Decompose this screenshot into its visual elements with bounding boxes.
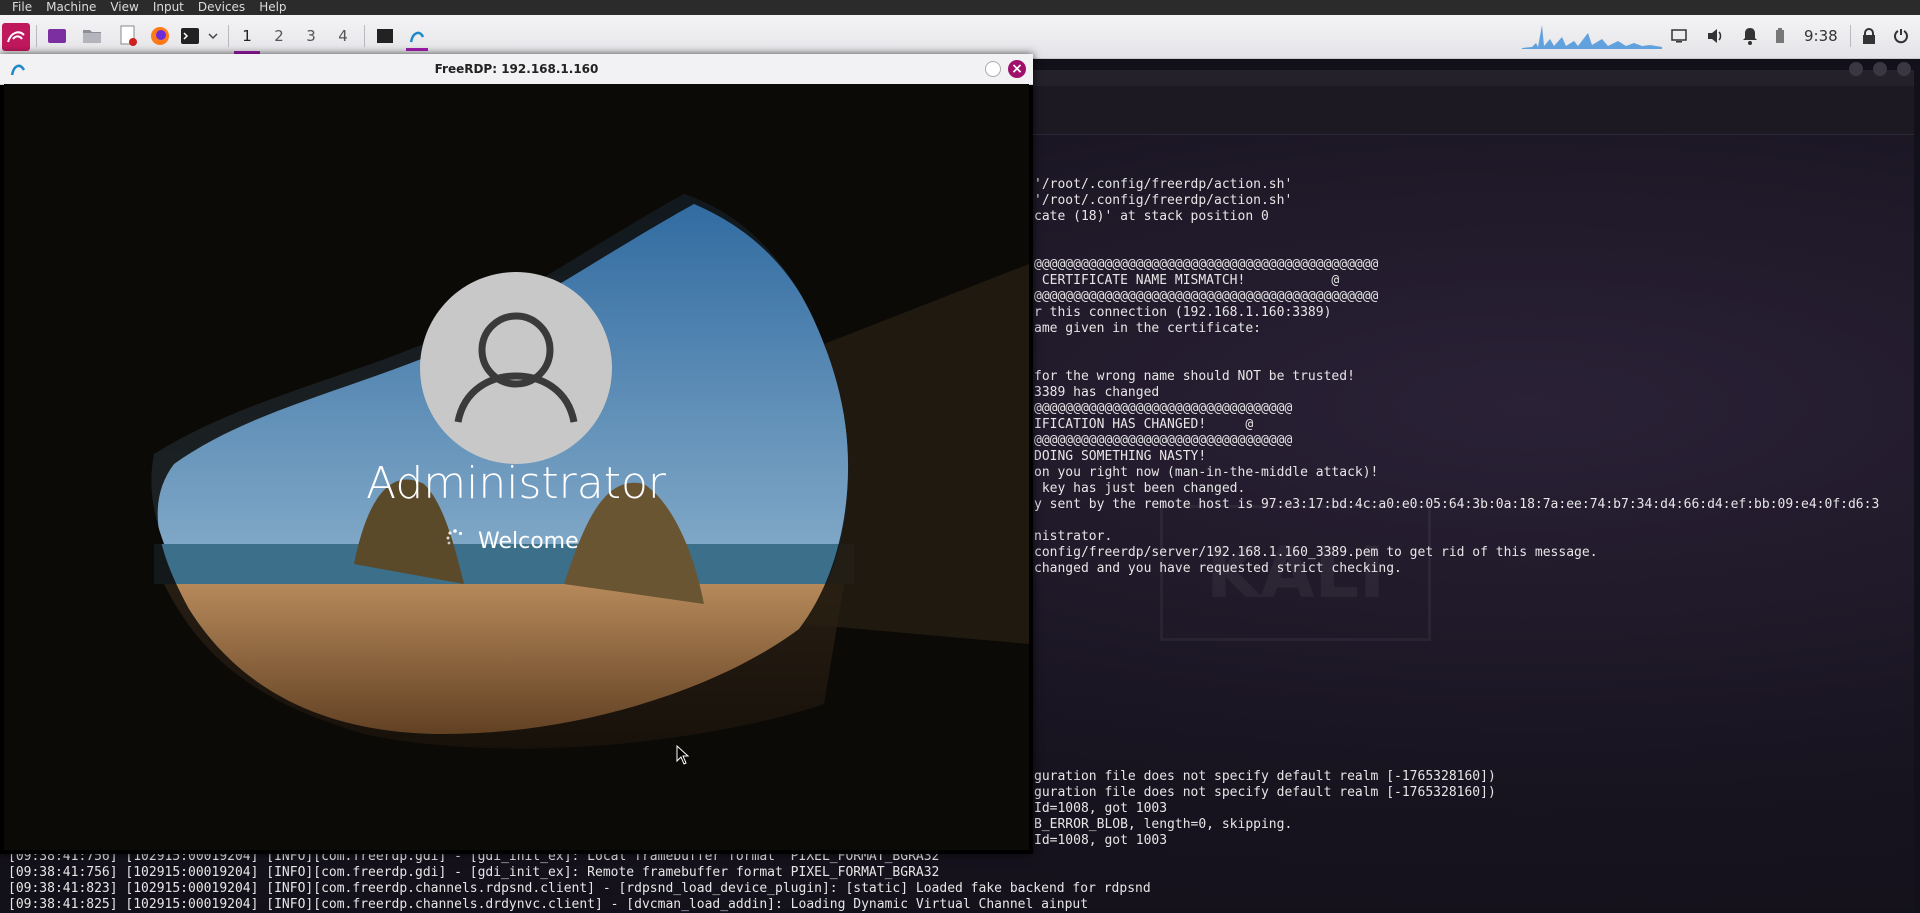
- terminal-line: guration file does not specify default r…: [1034, 769, 1496, 784]
- terminal-line: @@@@@@@@@@@@@@@@@@@@@@@@@@@@@@@@@@@@@@@@…: [1034, 257, 1379, 272]
- terminal-minimize-button[interactable]: [1849, 62, 1863, 76]
- freerdp-window-title: FreeRDP: 192.168.1.160: [434, 62, 599, 76]
- terminal-dropdown-icon[interactable]: [206, 24, 220, 48]
- top-panel: 1 2 3 4 9:38: [0, 15, 1920, 59]
- workspace-1[interactable]: 1: [232, 24, 262, 54]
- terminal-line: @@@@@@@@@@@@@@@@@@@@@@@@@@@@@@@@@@@@@@@@…: [1034, 289, 1379, 304]
- file-manager-icon[interactable]: [81, 24, 103, 48]
- freerdp-titlebar[interactable]: FreeRDP: 192.168.1.160 ×: [0, 54, 1033, 85]
- user-avatar: [420, 272, 612, 464]
- welcome-text: Welcome: [478, 528, 579, 554]
- terminal-line: on you right now (man-in-the-middle atta…: [1034, 465, 1379, 480]
- vm-menubar: File Machine View Input Devices Help: [0, 0, 1920, 15]
- terminal-line: @@@@@@@@@@@@@@@@@@@@@@@@@@@@@@@@@: [1034, 401, 1293, 416]
- mouse-cursor-icon: [676, 744, 690, 769]
- terminal-log-line: [09:38:41:756] [102915:00019204] [INFO][…: [8, 865, 940, 880]
- terminal-line: @@@@@@@@@@@@@@@@@@@@@@@@@@@@@@@@@: [1034, 433, 1293, 448]
- terminal-line: y sent by the remote host is 97:e3:17:bd…: [1034, 497, 1880, 512]
- terminal-line: guration file does not specify default r…: [1034, 785, 1496, 800]
- terminal-line: ame given in the certificate:: [1034, 321, 1261, 336]
- display-icon[interactable]: [1668, 24, 1690, 48]
- volume-icon[interactable]: [1704, 24, 1726, 48]
- kali-menu-icon[interactable]: [2, 23, 30, 51]
- terminal-icon[interactable]: [179, 24, 201, 48]
- workspace-4[interactable]: 4: [328, 24, 358, 48]
- terminal-close-button[interactable]: [1897, 62, 1911, 76]
- terminal-window-icon[interactable]: [374, 24, 396, 48]
- terminal-line: config/freerdp/server/192.168.1.160_3389…: [1034, 545, 1598, 560]
- terminal-maximize-button[interactable]: [1873, 62, 1887, 76]
- menu-help[interactable]: Help: [252, 0, 293, 15]
- maximize-button[interactable]: [985, 61, 1001, 77]
- text-editor-icon[interactable]: [117, 24, 139, 48]
- notification-icon[interactable]: [1739, 24, 1761, 48]
- loading-spinner-icon: [444, 528, 466, 554]
- freerdp-window-icon[interactable]: [406, 24, 428, 51]
- terminal-line: 3389 has changed: [1034, 385, 1160, 400]
- menu-devices[interactable]: Devices: [191, 0, 252, 15]
- desktop-icon[interactable]: [46, 24, 68, 48]
- login-username: Administrator: [366, 458, 666, 509]
- terminal-line: B_ERROR_BLOB, length=0, skipping.: [1034, 817, 1293, 832]
- workspace-2[interactable]: 2: [264, 24, 294, 48]
- terminal-line: CERTIFICATE NAME MISMATCH! @: [1034, 273, 1340, 288]
- terminal-line: key has just been changed.: [1034, 481, 1246, 496]
- panel-clock[interactable]: 9:38: [1804, 24, 1838, 48]
- menu-file[interactable]: File: [0, 0, 39, 15]
- power-icon[interactable]: [1890, 24, 1912, 48]
- firefox-icon[interactable]: [148, 24, 172, 48]
- terminal-line: changed and you have requested strict ch…: [1034, 561, 1402, 576]
- battery-icon[interactable]: [1774, 24, 1786, 48]
- terminal-line: Id=1008, got 1003: [1034, 801, 1168, 816]
- terminal-line: r this connection (192.168.1.160:3389): [1034, 305, 1332, 320]
- terminal-line: DOING SOMETHING NASTY!: [1034, 449, 1207, 464]
- cpu-graph-icon: [1522, 19, 1662, 49]
- close-button[interactable]: ×: [1008, 60, 1026, 78]
- terminal-line: for the wrong name should NOT be trusted…: [1034, 369, 1355, 384]
- workspace-3[interactable]: 3: [296, 24, 326, 48]
- remote-desktop-screen[interactable]: Administrator Welcome: [4, 84, 1029, 850]
- terminal-line: '/root/.config/freerdp/action.sh': [1034, 177, 1293, 192]
- menu-view[interactable]: View: [103, 0, 145, 15]
- terminal-line: IFICATION HAS CHANGED! @: [1034, 417, 1254, 432]
- terminal-line: '/root/.config/freerdp/action.sh': [1034, 193, 1293, 208]
- terminal-line: nistrator.: [1034, 529, 1113, 544]
- lock-icon[interactable]: [1858, 24, 1880, 48]
- terminal-line: cate (18)' at stack position 0: [1034, 209, 1269, 224]
- terminal-log-line: [09:38:41:825] [102915:00019204] [INFO][…: [8, 897, 1089, 912]
- freerdp-window[interactable]: FreeRDP: 192.168.1.160 × Administrator W…: [0, 54, 1033, 854]
- menu-machine[interactable]: Machine: [39, 0, 103, 15]
- login-status: Welcome: [444, 528, 579, 554]
- terminal-line: Id=1008, got 1003: [1034, 833, 1168, 848]
- terminal-log-line: [09:38:41:823] [102915:00019204] [INFO][…: [8, 881, 1151, 896]
- menu-input[interactable]: Input: [146, 0, 191, 15]
